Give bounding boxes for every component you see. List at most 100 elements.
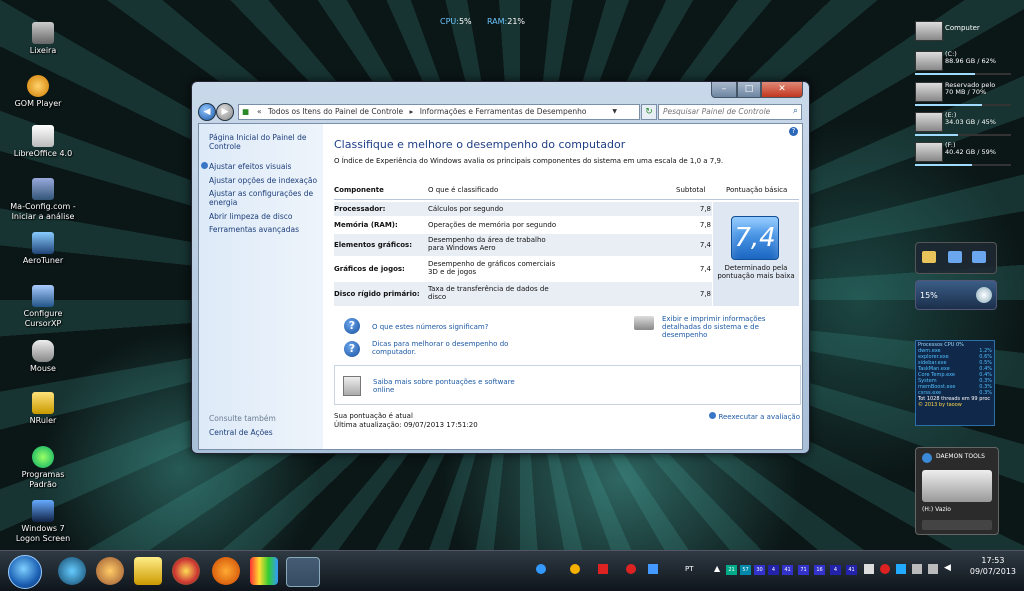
desktop-icon-label: Windows 7 Logon Screen bbox=[15, 524, 71, 543]
tray-app-icon[interactable] bbox=[880, 564, 890, 574]
desktop-icon-default-programs[interactable]: Programas Padrão bbox=[8, 446, 78, 490]
help-icon[interactable]: ? bbox=[789, 127, 798, 136]
network-icon[interactable] bbox=[912, 564, 922, 574]
desktop-icon-aerotuner[interactable]: AeroTuner bbox=[8, 232, 78, 266]
desktop-icon-label: Programas Padrão bbox=[21, 470, 65, 489]
link-advanced-tools[interactable]: Ferramentas avançadas bbox=[209, 225, 319, 234]
tray-counter[interactable]: 41 bbox=[846, 565, 857, 575]
refresh-button[interactable]: ↻ bbox=[641, 104, 657, 120]
language-indicator[interactable]: PT bbox=[685, 565, 694, 573]
process-credit[interactable]: © 2013 by taoow bbox=[918, 402, 992, 408]
desktop-icon-gom-player[interactable]: GOM Player bbox=[3, 75, 73, 109]
address-bar[interactable]: ■ « Todos os Itens do Painel de Controle… bbox=[238, 104, 640, 120]
tray-counter[interactable]: 57 bbox=[740, 565, 751, 575]
maximize-button[interactable]: □ bbox=[737, 82, 761, 98]
volume-icon[interactable]: ◀ bbox=[944, 563, 951, 573]
ma-config-icon bbox=[32, 178, 54, 200]
column-header: Subtotal bbox=[676, 186, 706, 194]
firefox-icon[interactable] bbox=[212, 557, 240, 585]
desktop-icon-libreoffice[interactable]: LibreOffice 4.0 bbox=[8, 125, 78, 159]
chevron-up-icon[interactable]: ▲ bbox=[714, 564, 720, 573]
flag-icon[interactable] bbox=[864, 564, 874, 574]
cpu-label: CPU: bbox=[440, 17, 459, 26]
drive-usage-bar bbox=[915, 134, 1011, 136]
daemon-toolbar[interactable] bbox=[922, 520, 992, 530]
breadcrumb-item[interactable]: Informações e Ferramentas de Desempenho bbox=[420, 107, 587, 116]
link-what-numbers-mean[interactable]: O que estes números significam? bbox=[372, 323, 488, 331]
computer-icon bbox=[915, 21, 943, 41]
tray-counter[interactable]: 4 bbox=[768, 565, 779, 575]
virtual-drive-icon[interactable] bbox=[922, 470, 992, 502]
internet-explorer-icon[interactable] bbox=[58, 557, 86, 585]
tray-app-icon[interactable] bbox=[570, 564, 580, 574]
search-icon[interactable]: ⌕ bbox=[793, 106, 798, 116]
pdf-icon[interactable] bbox=[598, 564, 608, 574]
base-score-badge: 7,4 bbox=[731, 216, 779, 260]
search-input[interactable] bbox=[659, 105, 783, 118]
subtotal-value: 7,8 bbox=[699, 205, 711, 213]
rated-description: Desempenho de gráficos comerciais 3D e d… bbox=[428, 260, 556, 276]
close-button[interactable]: ✕ bbox=[761, 82, 803, 98]
tray-counter[interactable]: 71 bbox=[798, 565, 809, 575]
clock[interactable]: 17:53 09/07/2013 bbox=[970, 555, 1016, 577]
forward-button[interactable]: ▶ bbox=[216, 103, 234, 121]
back-button[interactable]: ◀ bbox=[198, 103, 216, 121]
breadcrumb-item[interactable]: Todos os Itens do Painel de Controle bbox=[268, 107, 403, 116]
start-button[interactable] bbox=[8, 555, 42, 589]
header-divider bbox=[334, 199, 799, 200]
tray-counter[interactable]: 21 bbox=[726, 565, 737, 575]
control-panel-taskbar-button[interactable] bbox=[286, 557, 320, 587]
tray-counter[interactable]: 41 bbox=[782, 565, 793, 575]
link-print-details[interactable]: Exibir e imprimir informações detalhadas… bbox=[662, 315, 800, 339]
link-visual-effects[interactable]: Ajustar efeitos visuais bbox=[209, 162, 319, 171]
tray-counter[interactable]: 4 bbox=[830, 565, 841, 575]
hard-drive-icon bbox=[915, 112, 943, 132]
rated-description: Cálculos por segundo bbox=[428, 205, 504, 213]
folder-icon[interactable] bbox=[922, 251, 936, 263]
desktop-icon-ma-config[interactable]: Ma-Config.com - Iniciar a análise bbox=[8, 178, 78, 222]
daemon-logo-icon bbox=[922, 453, 932, 463]
hard-drive-icon bbox=[915, 51, 943, 71]
minimize-button[interactable]: – bbox=[711, 82, 737, 98]
desktop-icon-logon-screen[interactable]: Windows 7 Logon Screen bbox=[8, 500, 78, 544]
folder-icon[interactable] bbox=[134, 557, 162, 585]
tray-app-icon[interactable] bbox=[626, 564, 636, 574]
column-header: Componente bbox=[334, 186, 384, 194]
link-disk-cleanup[interactable]: Abrir limpeza de disco bbox=[209, 212, 319, 221]
desktop-icon-mouse[interactable]: Mouse bbox=[8, 340, 78, 374]
breadcrumb-overflow[interactable]: « bbox=[257, 107, 262, 116]
link-learn-more-online[interactable]: Saiba mais sobre pontuações e software o… bbox=[373, 378, 533, 394]
hard-drive-icon bbox=[915, 82, 943, 102]
table-row: Disco rígido primário: Taxa de transferê… bbox=[334, 282, 712, 306]
window-controls: – □ ✕ bbox=[711, 82, 803, 99]
link-indexing-options[interactable]: Ajustar opções de indexação bbox=[209, 176, 319, 185]
breadcrumb-separator[interactable]: ▸ bbox=[410, 107, 414, 116]
link-control-panel-home[interactable]: Página Inicial do Painel de Controle bbox=[209, 133, 319, 151]
task-pane: Página Inicial do Painel de Controle Aju… bbox=[199, 124, 323, 449]
desktop-icon-recycle-bin[interactable]: Lixeira bbox=[8, 22, 78, 56]
subtotal-value: 7,4 bbox=[699, 241, 711, 249]
rated-description: Operações de memória por segundo bbox=[428, 221, 557, 229]
tray-app-icon[interactable] bbox=[896, 564, 906, 574]
link-performance-tips[interactable]: Dicas para melhorar o desempenho do comp… bbox=[372, 340, 532, 356]
window-icon[interactable] bbox=[972, 251, 986, 263]
link-power-settings[interactable]: Ajustar as configurações de energia bbox=[209, 189, 319, 207]
tray-counter[interactable]: 16 bbox=[814, 565, 825, 575]
desktop-icon-nruler[interactable]: NRuler bbox=[8, 392, 78, 426]
mail-icon[interactable] bbox=[648, 564, 658, 574]
chrome-icon[interactable] bbox=[172, 557, 200, 585]
window-icon[interactable] bbox=[948, 251, 962, 263]
clock-date: 09/07/2013 bbox=[969, 567, 1016, 576]
link-action-center[interactable]: Central de Ações bbox=[209, 428, 319, 437]
display-icon[interactable] bbox=[928, 564, 938, 574]
paint-icon[interactable] bbox=[96, 557, 124, 585]
mouse-icon bbox=[32, 340, 54, 362]
rerun-assessment-link[interactable]: Reexecutar a avaliação bbox=[709, 412, 800, 421]
tray-app-icon[interactable] bbox=[536, 564, 546, 574]
control-panel-icon: ■ bbox=[242, 107, 250, 116]
tray-counter[interactable]: 30 bbox=[754, 565, 765, 575]
color-app-icon[interactable] bbox=[250, 557, 278, 585]
desktop-icon-cursorxp[interactable]: Configure CursorXP bbox=[8, 285, 78, 329]
subtotal-value: 7,8 bbox=[699, 221, 711, 229]
chevron-down-icon[interactable]: ▼ bbox=[612, 105, 617, 119]
